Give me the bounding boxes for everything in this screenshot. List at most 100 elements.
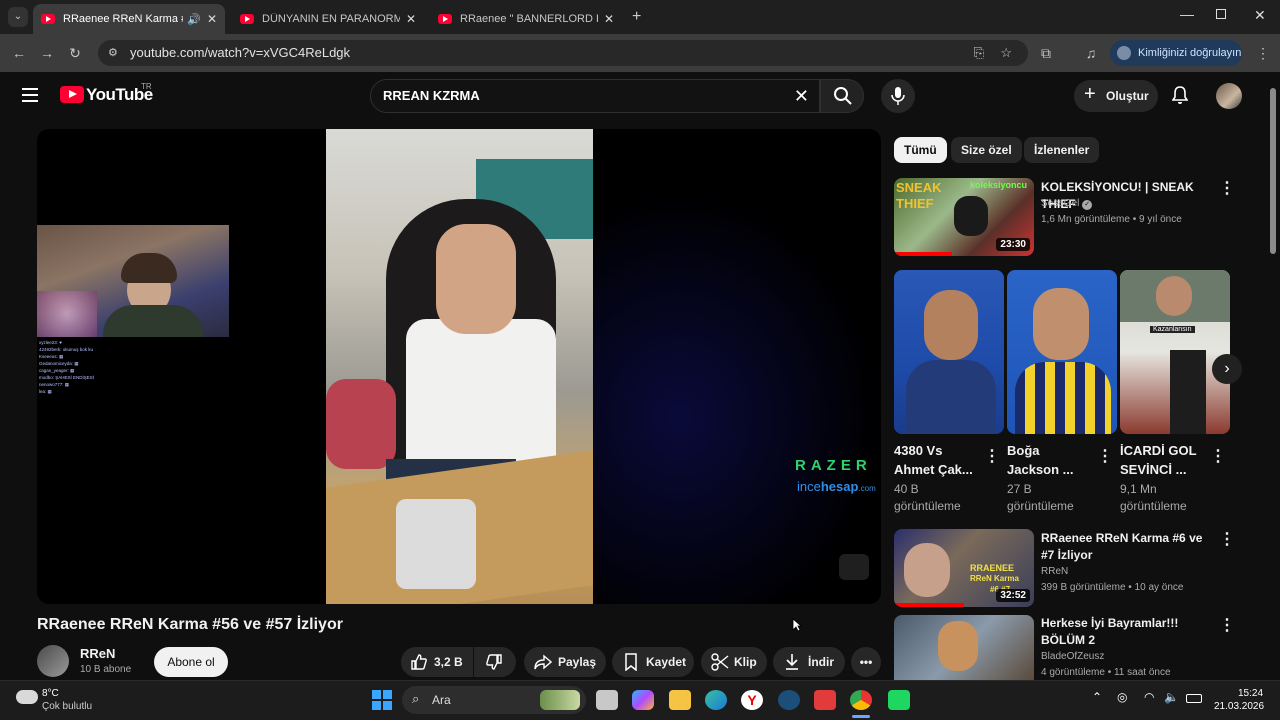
video-player[interactable]: xyzlee23: ♥ 42492berk: okumuş bok ku Kse… (37, 129, 881, 604)
share-button[interactable]: Paylaş (524, 647, 606, 677)
search-button[interactable] (820, 79, 864, 113)
recommendation-title[interactable]: Herkese İyi Bayramlar!!! BÖLÜM 2 (1041, 615, 1213, 649)
task-view-icon[interactable] (596, 690, 618, 710)
system-tray-icon[interactable]: ◎ (1117, 690, 1127, 704)
next-shelf-button[interactable]: › (1212, 354, 1242, 384)
close-tab-icon[interactable]: ✕ (604, 12, 614, 26)
maximize-icon[interactable] (1216, 9, 1226, 19)
chat-line: Gedanomiceyda: ▦ (39, 361, 79, 366)
copilot-icon[interactable] (632, 690, 654, 710)
tab-list-button[interactable]: ⌄ (8, 7, 28, 27)
back-icon[interactable]: ← (10, 44, 28, 62)
create-button[interactable]: + Oluştur (1074, 80, 1158, 112)
sponsor-site-b: hesap (820, 479, 859, 494)
install-app-icon[interactable]: ⎘ (974, 40, 984, 66)
browser-tab[interactable]: RRaenee " BANNERLORD KOM ✕ (430, 4, 622, 34)
address-bar[interactable]: ⚙ youtube.com/watch?v=xVGC4ReLdgk ⎘ ☆ (98, 40, 1028, 66)
browser-menu-icon[interactable]: ⋮ (1254, 44, 1272, 62)
chip-all[interactable]: Tümü (894, 137, 947, 163)
new-tab-button[interactable]: + (632, 8, 641, 26)
chat-line: cagan_yeager: ▦ (39, 368, 75, 373)
more-options-icon[interactable]: ⋮ (1219, 615, 1235, 635)
recommendation-channel[interactable]: SeseGel ✓ (1041, 196, 1093, 212)
recommendation-thumbnail[interactable]: SNEAK THIEF koleksiyoncu 23:30 (894, 178, 1034, 256)
thumbs-down-icon (486, 654, 502, 670)
steam-icon[interactable] (778, 690, 800, 710)
app-red-icon[interactable] (814, 690, 836, 710)
clip-button[interactable]: Klip (701, 647, 767, 677)
edge-browser-icon[interactable] (705, 690, 727, 710)
clear-search-icon[interactable]: ✕ (794, 80, 809, 112)
speaker-icon[interactable]: 🔊 (187, 13, 201, 26)
recommendation-thumbnail[interactable]: RRAENEE RReN Karma #6 #7 32:52 (894, 529, 1034, 607)
taskbar-search-input[interactable]: ⌕ Ara (402, 686, 586, 714)
short-title[interactable]: Boğa Jackson ... (1007, 441, 1093, 479)
short-title[interactable]: 4380 Vs Ahmet Çak... (894, 441, 980, 479)
more-options-icon[interactable]: ⋮ (1219, 178, 1235, 198)
discord-like-icon[interactable] (888, 690, 910, 710)
clock-time[interactable]: 15:24 (1238, 688, 1263, 699)
file-explorer-icon[interactable] (669, 690, 691, 710)
save-button[interactable]: Kaydet (612, 647, 694, 677)
chip-watched[interactable]: İzlenenler (1024, 137, 1100, 163)
account-avatar[interactable] (1216, 83, 1242, 109)
short-thumbnail[interactable] (1007, 270, 1117, 434)
recommendation-title[interactable]: RRaenee RReN Karma #6 ve #7 İzliyor (1041, 530, 1213, 564)
weather-condition[interactable]: Çok bulutlu (42, 701, 92, 712)
minimize-icon[interactable]: — (1180, 6, 1194, 22)
site-info-icon[interactable]: ⚙ (108, 40, 118, 66)
chrome-icon[interactable] (850, 690, 872, 710)
more-options-icon[interactable]: ⋮ (984, 446, 1000, 466)
short-title-line: İCARDİ GOL (1120, 443, 1197, 458)
weather-temp[interactable]: 8°C (42, 688, 59, 699)
media-controls-icon[interactable]: ♫ (1082, 44, 1100, 62)
verify-identity-button[interactable]: Kimliğinizi doğrulayın (1110, 40, 1242, 66)
browser-tab[interactable]: DÜNYANIN EN PARANORMAL ✕ (232, 4, 424, 34)
extensions-icon[interactable]: ⧉ (1037, 44, 1055, 62)
search-icon: ⌕ (412, 691, 420, 706)
channel-name[interactable]: RReN (80, 646, 115, 661)
thumb-text: koleksiyoncu (970, 180, 1028, 190)
forward-icon[interactable]: → (38, 44, 56, 62)
windows-start-icon[interactable] (372, 690, 392, 710)
weather-cloud-icon[interactable] (16, 690, 38, 704)
subscribe-button[interactable]: Abone ol (154, 647, 228, 677)
recommendation-channel[interactable]: RReN (1041, 564, 1068, 580)
bookmark-star-icon[interactable]: ☆ (1000, 40, 1012, 66)
voice-search-button[interactable] (881, 79, 915, 113)
recommendation-channel[interactable]: BladeOfZeusz (1041, 649, 1104, 665)
battery-icon[interactable] (1186, 694, 1202, 703)
short-thumbnail[interactable] (894, 270, 1004, 434)
close-window-icon[interactable]: ✕ (1254, 7, 1266, 24)
volume-icon[interactable]: 🔈 (1164, 690, 1179, 704)
short-thumbnail[interactable]: Kazanlansın (1120, 270, 1230, 434)
search-input[interactable]: RREAN KZRMA ✕ (370, 79, 820, 113)
clock-date[interactable]: 21.03.2026 (1214, 701, 1264, 712)
recommendation-thumbnail[interactable] (894, 615, 1034, 680)
hamburger-menu-icon[interactable] (22, 88, 38, 102)
yandex-browser-icon[interactable]: Y (741, 690, 763, 710)
wifi-icon[interactable]: ◠ (1144, 690, 1154, 704)
like-button[interactable]: 3,2 B (401, 647, 473, 677)
browser-tab-active[interactable]: RRaenee RReN Karma #56 v 🔊 ✕ (33, 4, 225, 34)
thumb-text: RRAENEE (970, 563, 1015, 573)
channel-watermark-icon[interactable] (839, 554, 869, 580)
channel-avatar[interactable] (37, 645, 69, 677)
subscribe-label: Abone ol (167, 655, 215, 669)
clip-label: Klip (734, 655, 757, 669)
more-options-icon[interactable]: ⋮ (1210, 446, 1226, 466)
close-tab-icon[interactable]: ✕ (406, 12, 416, 26)
chip-for-you[interactable]: Size özel (951, 137, 1022, 163)
page-scrollbar[interactable] (1270, 88, 1276, 254)
short-title[interactable]: İCARDİ GOL SEVİNCİ ... (1120, 441, 1206, 479)
dislike-button[interactable] (474, 647, 516, 677)
close-tab-icon[interactable]: ✕ (207, 12, 217, 26)
download-button[interactable]: İndir (773, 647, 845, 677)
reload-icon[interactable]: ↻ (66, 44, 84, 62)
more-actions-button[interactable]: ••• (851, 647, 881, 677)
more-options-icon[interactable]: ⋮ (1097, 446, 1113, 466)
more-options-icon[interactable]: ⋮ (1219, 529, 1235, 549)
show-hidden-icons-icon[interactable]: ⌃ (1092, 690, 1102, 704)
notifications-bell-icon[interactable] (1171, 86, 1189, 104)
youtube-logo-icon[interactable] (60, 86, 84, 103)
